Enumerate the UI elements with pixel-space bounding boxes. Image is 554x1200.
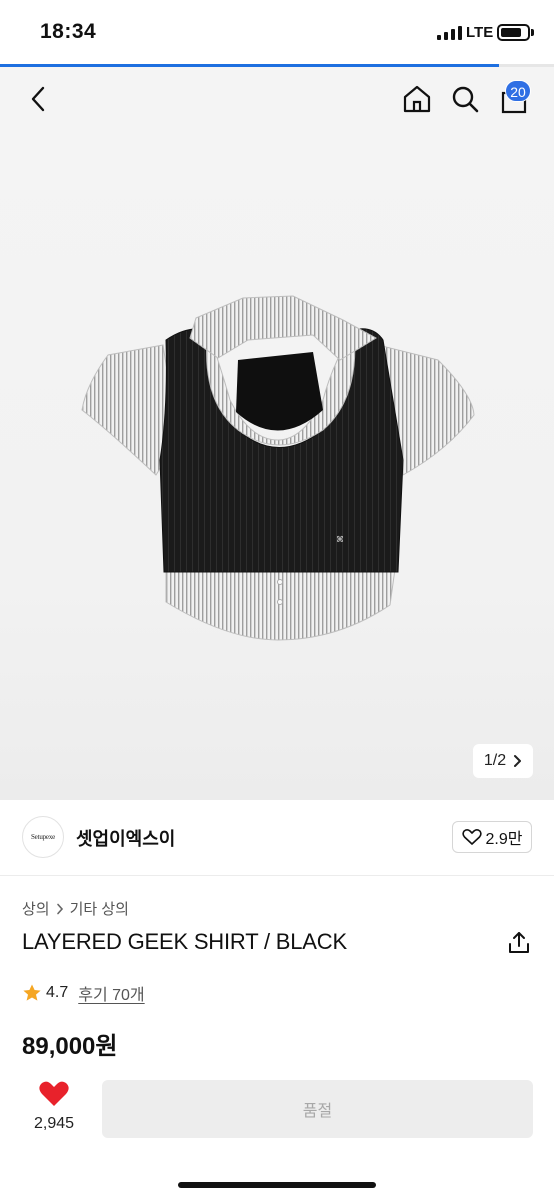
rating-row: 4.7 후기 70개 <box>22 981 145 1005</box>
star-icon <box>23 984 41 1001</box>
home-button[interactable] <box>400 82 434 116</box>
network-type: LTE <box>466 24 494 41</box>
product-image[interactable]: ⌘ <box>78 290 478 650</box>
back-button[interactable] <box>22 82 56 116</box>
search-button[interactable] <box>448 82 482 116</box>
share-icon <box>509 932 529 953</box>
pager-text: 1/2 <box>483 752 507 769</box>
chevron-right-icon <box>514 755 522 767</box>
rating-value: 4.7 <box>46 984 69 1001</box>
chevron-right-icon <box>56 903 63 914</box>
battery-cap <box>531 29 534 36</box>
battery-icon <box>497 24 530 41</box>
cart-count-badge: 20 <box>505 80 531 102</box>
heart-filled-icon <box>39 1081 69 1106</box>
brand-like-count: 2.9만 <box>485 831 523 848</box>
share-button[interactable] <box>506 930 532 956</box>
status-time: 18:34 <box>40 20 97 43</box>
svg-text:⌘: ⌘ <box>336 535 344 544</box>
product-title: LAYERED GEEK SHIRT / BLACK <box>22 929 347 954</box>
breadcrumb-level1[interactable]: 상의 <box>22 898 50 919</box>
brand-logo-text: Setupexe <box>30 833 56 841</box>
signal-icon <box>437 26 462 40</box>
gallery-pager[interactable]: 1/2 <box>473 744 533 778</box>
search-icon <box>452 86 479 113</box>
breadcrumb-level2[interactable]: 기타 상의 <box>70 898 129 919</box>
product-price: 89,000원 <box>22 1033 118 1060</box>
sold-out-button[interactable]: 품절 <box>102 1080 533 1138</box>
breadcrumb: 상의 기타 상의 <box>22 898 129 919</box>
like-count: 2,945 <box>33 1115 75 1132</box>
brand-logo[interactable]: Setupexe <box>22 816 64 858</box>
brand-like-button[interactable]: 2.9만 <box>452 821 532 853</box>
home-indicator <box>178 1182 376 1188</box>
brand-row[interactable]: Setupexe 셋업이엑스이 2.9만 <box>0 800 554 876</box>
heart-outline-icon <box>461 829 482 845</box>
status-bar: 18:34 LTE <box>0 0 554 64</box>
product-like-button[interactable]: 2,945 <box>22 1080 86 1140</box>
home-icon <box>403 85 431 113</box>
brand-name[interactable]: 셋업이엑스이 <box>76 825 175 851</box>
chevron-left-icon <box>31 86 45 112</box>
reviews-link[interactable]: 후기 70개 <box>78 981 144 1005</box>
